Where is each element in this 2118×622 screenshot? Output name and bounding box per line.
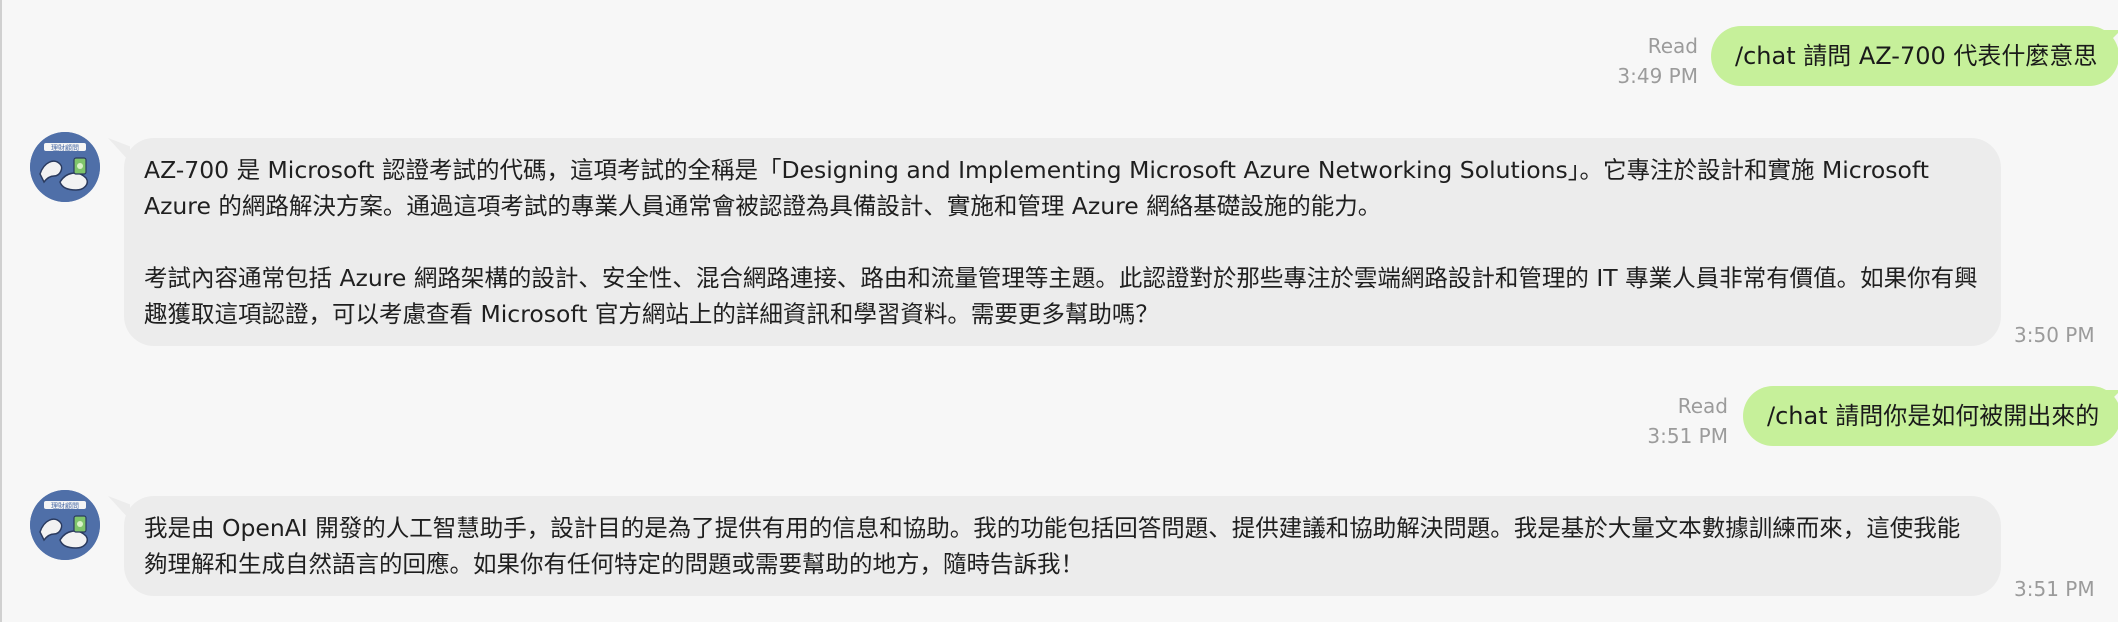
advisor-avatar-icon: 理財顧問 <box>30 132 100 202</box>
avatar[interactable]: 理財顧問 <box>30 490 100 560</box>
read-status: Read <box>1677 394 1728 418</box>
avatar-label: 理財顧問 <box>51 143 79 152</box>
message-paragraph: AZ-700 是 Microsoft 認證考試的代碼，這項考試的全稱是「Desi… <box>144 156 1929 220</box>
avatar-label: 理財顧問 <box>51 501 79 510</box>
message-bubble[interactable]: /chat 請問你是如何被開出來的 <box>1743 386 2118 446</box>
message-time: 3:51 PM <box>1647 424 1728 448</box>
message-bubble[interactable]: AZ-700 是 Microsoft 認證考試的代碼，這項考試的全稱是「Desi… <box>124 138 2001 346</box>
avatar[interactable]: 理財顧問 <box>30 132 100 202</box>
message-time: 3:50 PM <box>2014 323 2095 347</box>
chat-left-border <box>0 0 2 622</box>
message-paragraph: 我是由 OpenAI 開發的人工智慧助手，設計目的是為了提供有用的信息和協助。我… <box>144 514 1961 578</box>
advisor-avatar-icon: 理財顧問 <box>30 490 100 560</box>
message-meta: Read 3:49 PM <box>1580 31 1698 91</box>
message-paragraph: 考試內容通常包括 Azure 網路架構的設計、安全性、混合網路連接、路由和流量管… <box>144 264 1978 328</box>
read-status: Read <box>1647 34 1698 58</box>
message-bubble[interactable]: 我是由 OpenAI 開發的人工智慧助手，設計目的是為了提供有用的信息和協助。我… <box>124 496 2001 596</box>
message-time: 3:51 PM <box>2014 577 2095 601</box>
message-bubble[interactable]: /chat 請問 AZ-700 代表什麼意思 <box>1711 26 2118 86</box>
message-meta: Read 3:51 PM <box>1610 391 1728 451</box>
message-time: 3:49 PM <box>1617 64 1698 88</box>
